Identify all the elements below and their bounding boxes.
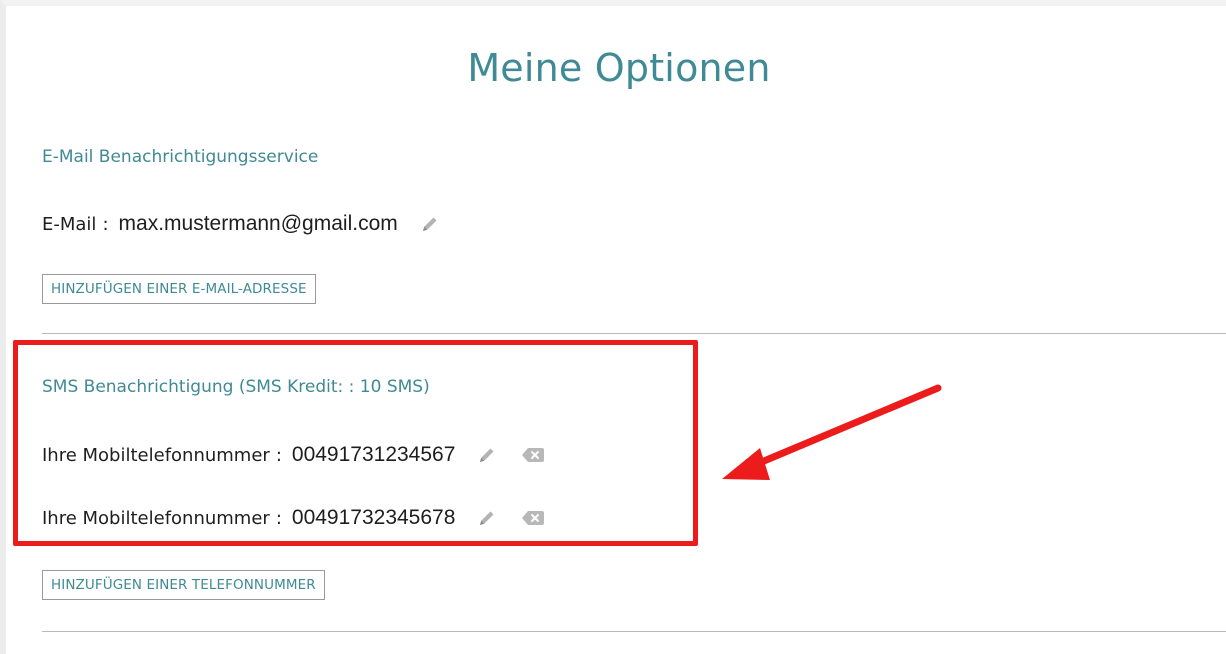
phone-separator: : — [275, 444, 282, 466]
email-separator: : — [102, 213, 109, 235]
phone-row: Ihre Mobiltelefonnummer : 00491731234567 — [42, 441, 545, 469]
options-page: Meine Optionen E-Mail Benachrichtigungss… — [0, 0, 1226, 654]
phone-value: 00491732345678 — [291, 506, 456, 529]
email-row: E-Mail : max.mustermann@gmail.com — [42, 210, 440, 238]
pencil-icon[interactable] — [477, 445, 497, 465]
backspace-delete-icon[interactable] — [521, 446, 545, 464]
email-label: E-Mail — [42, 213, 97, 235]
phone-separator: : — [275, 507, 282, 529]
phone-row: Ihre Mobiltelefonnummer : 00491732345678 — [42, 504, 545, 532]
phone-label: Ihre Mobiltelefonnummer — [42, 444, 270, 466]
pencil-icon[interactable] — [420, 214, 440, 234]
section-divider — [42, 333, 1226, 334]
page-title: Meine Optionen — [467, 46, 771, 90]
email-section-title: E-Mail Benachrichtigungsservice — [42, 147, 319, 167]
sms-section-title: SMS Benachrichtigung (SMS Kredit: : 10 S… — [42, 377, 430, 397]
email-value: max.mustermann@gmail.com — [118, 212, 398, 235]
phone-value: 00491731234567 — [291, 443, 456, 466]
backspace-delete-icon[interactable] — [521, 509, 545, 527]
phone-label: Ihre Mobiltelefonnummer — [42, 507, 270, 529]
section-divider — [42, 631, 1226, 632]
pencil-icon[interactable] — [477, 508, 497, 528]
add-email-button[interactable]: HINZUFÜGEN EINER E-MAIL-ADRESSE — [42, 274, 316, 304]
add-phone-button[interactable]: HINZUFÜGEN EINER TELEFONNUMMER — [42, 570, 325, 600]
